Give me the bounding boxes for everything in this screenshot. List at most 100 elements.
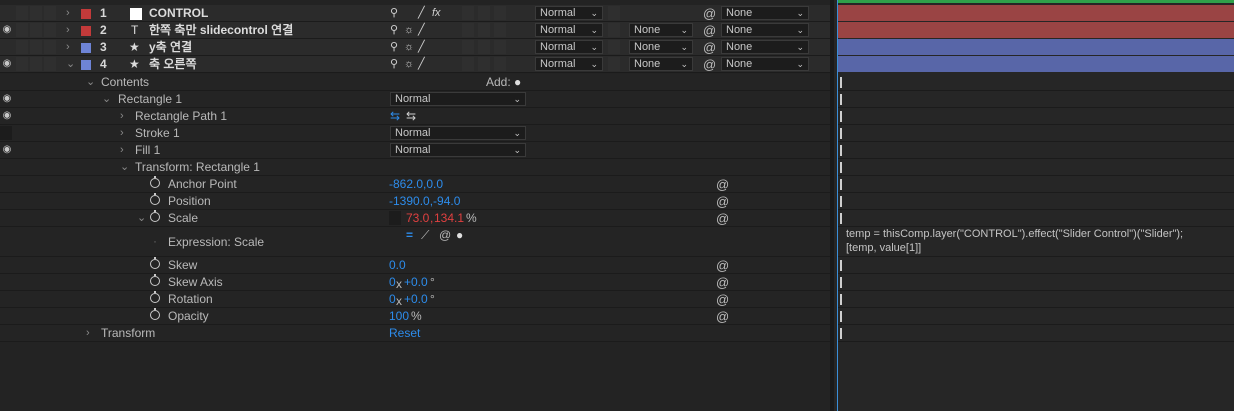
layer-row-1[interactable]: › 1 CONTROL ⚲ ╱ fx Normal ⌄ @ None ⌄ bbox=[0, 5, 830, 22]
layer-bar-4[interactable] bbox=[838, 56, 1234, 72]
parent-dropdown[interactable]: None ⌄ bbox=[721, 6, 809, 20]
quality-slash-icon[interactable]: ╱ bbox=[418, 39, 425, 56]
path-direction-icon[interactable]: ⇆ bbox=[390, 108, 400, 125]
expression-language-menu-icon[interactable]: ● bbox=[456, 227, 463, 244]
collapse-switch-icon[interactable]: ☼ bbox=[404, 22, 414, 39]
chevron-down-icon[interactable]: ⌄ bbox=[66, 56, 75, 72]
switch-cell[interactable] bbox=[462, 23, 474, 37]
shy-switch-icon[interactable]: ⚲ bbox=[390, 22, 398, 39]
work-area-bar[interactable] bbox=[838, 0, 1234, 3]
layer-name[interactable]: CONTROL bbox=[149, 5, 208, 22]
fx-icon[interactable]: fx bbox=[432, 5, 441, 22]
pickwhip-spiral-icon[interactable]: @ bbox=[716, 210, 729, 227]
skew-axis-row[interactable]: Skew Axis 0 x +0.0 ° @ bbox=[0, 274, 830, 291]
quality-slash-icon[interactable]: ╱ bbox=[418, 22, 425, 39]
stopwatch-icon[interactable] bbox=[150, 176, 160, 188]
expression-scale-row[interactable]: · Expression: Scale = ⟋ @ ● bbox=[0, 227, 830, 257]
position-value[interactable]: -1390.0,-94.0 bbox=[389, 193, 460, 210]
add-play-icon[interactable]: ● bbox=[514, 74, 521, 91]
position-row[interactable]: Position -1390.0,-94.0 @ bbox=[0, 193, 830, 210]
contents-row[interactable]: ⌄ Contents Add: ● bbox=[0, 74, 830, 91]
expression-enable-icon[interactable]: = bbox=[406, 227, 413, 244]
chevron-right-icon[interactable]: › bbox=[120, 125, 124, 141]
chevron-down-icon[interactable]: ⌄ bbox=[86, 74, 95, 90]
stopwatch-icon[interactable] bbox=[150, 193, 160, 205]
eye-icon[interactable]: ◉ bbox=[0, 58, 14, 70]
chevron-right-icon[interactable]: › bbox=[86, 325, 90, 341]
switch-cell[interactable] bbox=[494, 57, 506, 71]
chevron-right-icon[interactable]: › bbox=[66, 39, 70, 55]
skew-axis-degrees[interactable]: +0.0 bbox=[404, 274, 428, 291]
blend-mode-dropdown[interactable]: Normal ⌄ bbox=[535, 57, 603, 71]
transform-rectangle-row[interactable]: ⌄ Transform: Rectangle 1 bbox=[0, 159, 830, 176]
blend-mode-dropdown[interactable]: Normal ⌄ bbox=[535, 6, 603, 20]
chevron-down-icon[interactable]: ⌄ bbox=[102, 91, 111, 107]
switch-cell[interactable] bbox=[462, 6, 474, 20]
pickwhip-spiral-icon[interactable]: @ bbox=[716, 257, 729, 274]
opacity-value[interactable]: 100 bbox=[389, 308, 409, 325]
fill-mode-dropdown[interactable]: Normal ⌄ bbox=[390, 143, 526, 157]
parent-dropdown[interactable]: None ⌄ bbox=[721, 40, 809, 54]
scale-value-x[interactable]: 73.0 bbox=[406, 210, 429, 227]
label-color-swatch[interactable] bbox=[81, 43, 91, 53]
collapse-switch-icon[interactable]: ☼ bbox=[404, 56, 414, 73]
blend-mode-dropdown[interactable]: Normal ⌄ bbox=[535, 40, 603, 54]
layer-bar-1[interactable] bbox=[838, 5, 1234, 21]
chevron-right-icon[interactable]: › bbox=[120, 108, 124, 124]
skew-value[interactable]: 0.0 bbox=[389, 257, 406, 274]
stroke-mode-dropdown[interactable]: Normal ⌄ bbox=[390, 126, 526, 140]
shy-switch-icon[interactable]: ⚲ bbox=[390, 5, 398, 22]
switch-cell[interactable] bbox=[494, 6, 506, 20]
layer-bar-2[interactable] bbox=[838, 22, 1234, 38]
pickwhip-spiral-icon[interactable]: @ bbox=[703, 5, 716, 22]
switch-cell[interactable] bbox=[478, 57, 490, 71]
fill-row[interactable]: ◉ › Fill 1 Normal ⌄ bbox=[0, 142, 830, 159]
stopwatch-icon[interactable] bbox=[150, 291, 160, 303]
track-matte-dropdown[interactable]: None ⌄ bbox=[629, 23, 693, 37]
stopwatch-icon[interactable] bbox=[150, 274, 160, 286]
chevron-right-icon[interactable]: › bbox=[66, 5, 70, 21]
shy-switch-icon[interactable]: ⚲ bbox=[390, 56, 398, 73]
track-matte-dropdown[interactable]: None ⌄ bbox=[629, 40, 693, 54]
label-color-swatch[interactable] bbox=[81, 9, 91, 19]
anchor-point-row[interactable]: Anchor Point -862.0,0.0 @ bbox=[0, 176, 830, 193]
switch-cell[interactable] bbox=[462, 40, 474, 54]
eye-icon[interactable]: ◉ bbox=[0, 144, 14, 156]
layer-row-2[interactable]: ◉ › 2 T 한쪽 축만 slidecontrol 연결 ⚲ ☼ ╱ Norm… bbox=[0, 22, 830, 39]
track-matte-dropdown[interactable]: None ⌄ bbox=[629, 57, 693, 71]
preserve-cell[interactable] bbox=[608, 6, 620, 20]
switch-cell[interactable] bbox=[478, 6, 490, 20]
eye-icon[interactable]: ◉ bbox=[0, 24, 14, 36]
switch-cell[interactable] bbox=[478, 40, 490, 54]
label-color-swatch[interactable] bbox=[81, 26, 91, 36]
eye-icon[interactable]: ◉ bbox=[0, 110, 14, 122]
switch-cell[interactable] bbox=[478, 23, 490, 37]
chevron-right-icon[interactable]: › bbox=[66, 22, 70, 38]
pickwhip-spiral-icon[interactable]: @ bbox=[703, 56, 716, 73]
pickwhip-spiral-icon[interactable]: @ bbox=[716, 291, 729, 308]
pickwhip-spiral-icon[interactable]: @ bbox=[703, 22, 716, 39]
stopwatch-icon[interactable] bbox=[150, 210, 160, 222]
layer-row-3[interactable]: › 3 ★ y축 연결 ⚲ ☼ ╱ Normal ⌄ None ⌄ @ None ⌄ bbox=[0, 39, 830, 56]
stroke-row[interactable]: › Stroke 1 Normal ⌄ bbox=[0, 125, 830, 142]
collapse-switch-icon[interactable]: ☼ bbox=[404, 39, 414, 56]
pickwhip-spiral-icon[interactable]: @ bbox=[716, 274, 729, 291]
chevron-down-icon[interactable]: ⌄ bbox=[120, 159, 129, 175]
preserve-cell[interactable] bbox=[608, 40, 620, 54]
scale-value-y[interactable]: 134.1 bbox=[434, 210, 464, 227]
rectangle-path-row[interactable]: ◉ › Rectangle Path 1 ⇆ ⇆ bbox=[0, 108, 830, 125]
playhead[interactable] bbox=[837, 0, 838, 411]
blend-mode-dropdown[interactable]: Normal ⌄ bbox=[535, 23, 603, 37]
skew-axis-revolutions[interactable]: 0 bbox=[389, 274, 396, 291]
reset-link[interactable]: Reset bbox=[389, 325, 420, 342]
layer-bar-3[interactable] bbox=[838, 39, 1234, 55]
rotation-row[interactable]: Rotation 0 x +0.0 ° @ bbox=[0, 291, 830, 308]
rectangle-row[interactable]: ◉ ⌄ Rectangle 1 Normal ⌄ bbox=[0, 91, 830, 108]
switch-cell[interactable] bbox=[494, 23, 506, 37]
opacity-row[interactable]: Opacity 100 % @ bbox=[0, 308, 830, 325]
stopwatch-icon[interactable] bbox=[150, 257, 160, 269]
path-direction-icon[interactable]: ⇆ bbox=[406, 108, 416, 125]
transform-row[interactable]: › Transform Reset bbox=[0, 325, 830, 342]
rotation-revolutions[interactable]: 0 bbox=[389, 291, 396, 308]
layer-name[interactable]: 한쪽 축만 slidecontrol 연결 bbox=[149, 22, 293, 39]
